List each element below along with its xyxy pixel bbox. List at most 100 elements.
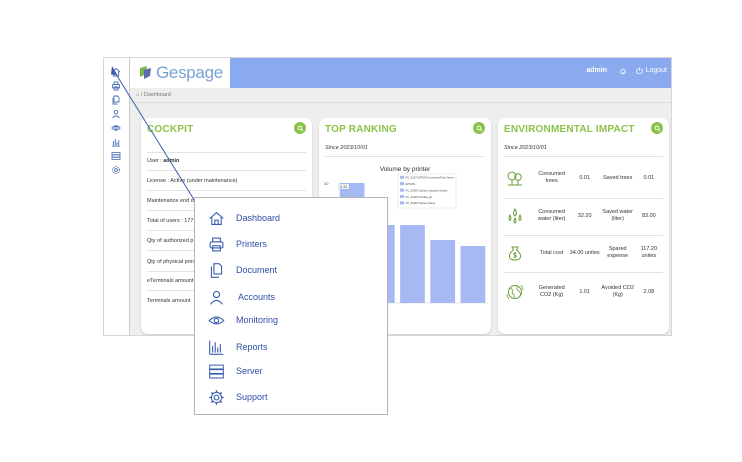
menu-label: Server: [236, 366, 263, 376]
power-icon: [635, 67, 643, 74]
env-value: 2.08: [643, 288, 655, 295]
bar-value-label: 5.33: [340, 185, 347, 189]
menu-item-support[interactable]: Support: [207, 387, 268, 407]
top-bar: Gespage admin Logout: [130, 58, 671, 88]
header-bar: admin Logout: [230, 58, 671, 88]
menu-label: Dashboard: [236, 213, 281, 223]
trees-icon: [504, 166, 527, 190]
env-row-co2: Generated CO2 (Kg) 1.01 Avoided CO2 (Kg)…: [504, 275, 663, 309]
env-label: Consumed water (liter): [537, 209, 566, 222]
logout-label: Logout: [645, 67, 667, 74]
cockpit-divider: [147, 190, 306, 191]
bell-icon[interactable]: [619, 67, 627, 75]
env-value: 0.01: [579, 174, 591, 181]
eye-icon: [207, 311, 225, 329]
home-icon: [207, 209, 225, 227]
env-label: Total cost: [540, 249, 564, 256]
menu-label: Document: [236, 265, 278, 275]
document-icon: [207, 261, 225, 279]
globe-co2-icon: [504, 280, 527, 304]
bar: [460, 246, 486, 303]
environment-divider: [504, 272, 663, 273]
environment-search-icon[interactable]: [651, 122, 663, 134]
legend-entry: PC_0108\ Toshiba_all: [406, 195, 432, 199]
env-label: Spared expense: [607, 246, 629, 259]
menu-item-monitoring[interactable]: Monitoring: [207, 310, 278, 330]
menu-label: Monitoring: [236, 315, 279, 325]
environmental-card: ENVIRONMENTAL IMPACT Since 2023/10/01 Co…: [498, 118, 669, 334]
sidebar-rail: [104, 58, 130, 335]
cockpit-divider: [147, 152, 306, 153]
breadcrumb: ⌂ / Dashboard: [136, 92, 171, 98]
gespage-logo-icon: [140, 66, 151, 79]
chart-title: Volume by printer: [379, 166, 431, 173]
env-row-cost: Total cost 34.00 unites Spared expense 1…: [504, 236, 663, 270]
menu-item-reports[interactable]: Reports: [207, 337, 268, 357]
user-icon[interactable]: [108, 108, 124, 120]
menu-item-document[interactable]: Document: [207, 260, 277, 280]
cockpit-search-icon[interactable]: [294, 122, 306, 134]
gear-icon: [207, 388, 225, 406]
printer-icon[interactable]: [108, 80, 124, 92]
cockpit-row-user: User : admin: [147, 158, 180, 164]
legend-entry: PC_0108\ Copieur_Accueil_Gratuit: [406, 188, 448, 192]
reports-icon[interactable]: [108, 136, 124, 148]
cockpit-row-license: License : Active (under maintenance): [147, 178, 238, 184]
env-value: 1.01: [579, 288, 591, 295]
environment-title: ENVIRONMENTAL IMPACT: [504, 124, 635, 135]
env-row-water: Consumed water (liter) 32.20 Saved water…: [504, 199, 663, 233]
legend-entry: EPSON: [406, 182, 415, 186]
brand-name: Gespage: [156, 63, 223, 82]
breadcrumb-home-icon[interactable]: ⌂ /: [136, 92, 144, 98]
environment-since: Since 2023/10/01: [504, 145, 547, 151]
ranking-since: Since 2023/10/01: [325, 145, 368, 151]
legend-swatch: [400, 182, 404, 186]
legend-swatch: [400, 201, 404, 205]
menu-label: Printers: [236, 239, 268, 249]
legend-swatch: [400, 188, 404, 192]
legend-entry: PC_0108\ Copieur Steve: [406, 201, 436, 205]
legend-swatch: [400, 195, 404, 198]
menu-label: Accounts: [238, 292, 276, 302]
ranking-divider: [325, 156, 485, 157]
bar: [400, 225, 425, 303]
legend-entry: PC_0127\ EPSON Universal Print Driver: [406, 176, 454, 180]
sidebar-menu-callout: Dashboard Printers Document Accounts Mon…: [194, 197, 388, 415]
env-value: 117.20 unites: [640, 246, 658, 259]
home-icon[interactable]: [108, 66, 124, 78]
money-bag-icon: [504, 241, 527, 265]
brand-logo[interactable]: Gespage: [130, 58, 230, 88]
menu-item-accounts[interactable]: Accounts: [207, 287, 275, 307]
printer-icon: [207, 235, 225, 253]
logout-button[interactable]: Logout: [635, 67, 667, 74]
menu-item-server[interactable]: Server: [207, 361, 263, 381]
menu-item-dashboard[interactable]: Dashboard: [207, 208, 280, 228]
user-icon: [207, 288, 225, 306]
y-tick-label: 40: [324, 181, 329, 186]
environment-divider: [504, 156, 663, 157]
water-icon: [504, 204, 527, 228]
env-label: Generated CO2 (Kg): [538, 285, 565, 298]
cockpit-divider: [147, 170, 306, 171]
menu-item-printers[interactable]: Printers: [207, 234, 267, 254]
document-icon[interactable]: [108, 94, 124, 106]
server-icon[interactable]: [108, 150, 124, 162]
screenshot-stage: Gespage admin Logout ⌂ / Dashboard COCKP…: [0, 0, 742, 462]
legend-swatch: [400, 175, 404, 179]
env-label: Consumed trees: [538, 171, 565, 184]
ranking-title: TOP RANKING: [325, 124, 397, 135]
env-label: Avoided CO2 (Kg): [601, 285, 635, 298]
cockpit-title: COCKPIT: [147, 124, 194, 135]
env-row-trees: Consumed trees 0.01 Saved trees 0.01: [504, 161, 663, 195]
eye-icon[interactable]: [108, 122, 124, 134]
menu-label: Support: [236, 392, 268, 402]
env-value: 83.00: [641, 212, 656, 219]
env-label: Saved trees: [603, 174, 633, 181]
menu-label: Reports: [236, 342, 268, 352]
gear-icon[interactable]: [108, 164, 124, 176]
current-user[interactable]: admin: [586, 67, 607, 74]
reports-icon: [207, 338, 225, 356]
env-value: 34.00 unites: [569, 249, 600, 256]
ranking-search-icon[interactable]: [473, 122, 485, 134]
header-divider: [130, 102, 671, 103]
